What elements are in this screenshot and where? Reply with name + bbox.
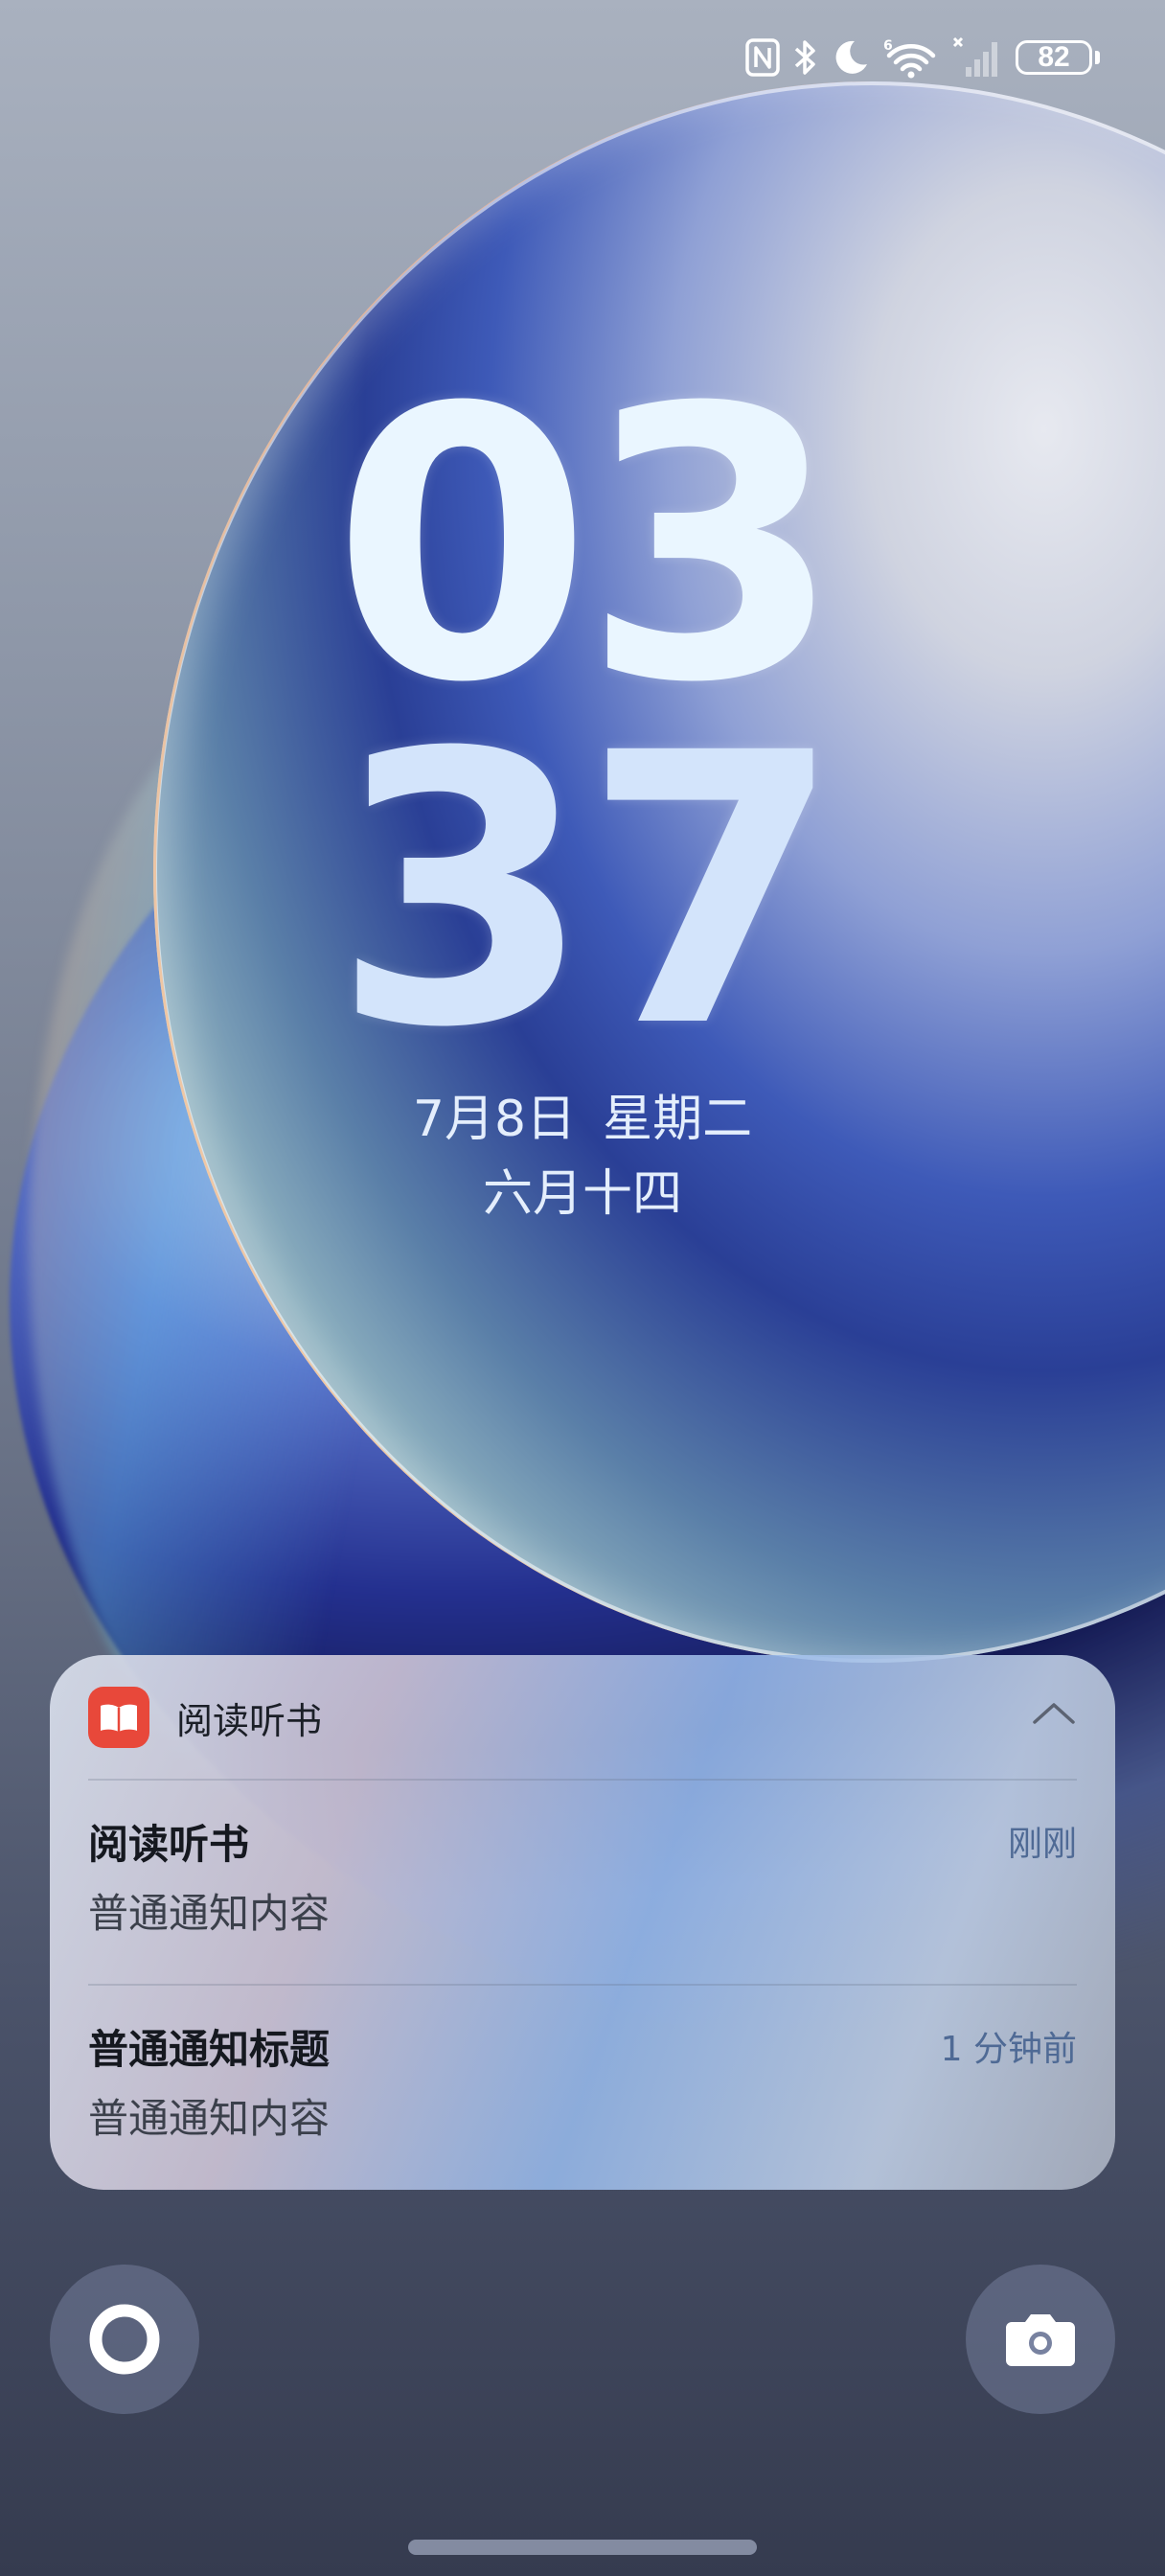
notification-card[interactable]: 阅读听书 阅读听书 普通通知内容 刚刚 普通通知标题 普通通知内容 1 分钟前 — [50, 1655, 1115, 2190]
bluetooth-icon — [793, 36, 818, 79]
battery-indicator: 82 — [1016, 40, 1100, 75]
notification-body: 普通通知内容 — [88, 2095, 331, 2142]
status-bar: 6 82 — [745, 33, 1100, 82]
open-book-icon — [88, 1687, 149, 1748]
battery-tip — [1095, 51, 1100, 64]
notification-header[interactable]: 阅读听书 — [88, 1686, 322, 1749]
weekday: 星期二 — [603, 1091, 753, 1148]
camera-button[interactable] — [966, 2265, 1115, 2414]
voice-assistant-ring-icon — [89, 2304, 160, 2375]
wifi-6-icon: 6 — [883, 36, 939, 79]
notification-time: 刚刚 — [1007, 1825, 1077, 1864]
notification-time: 1 分钟前 — [940, 2030, 1077, 2069]
notification-divider — [88, 1984, 1077, 1986]
home-indicator[interactable] — [408, 2540, 757, 2555]
notification-item[interactable]: 阅读听书 普通通知内容 刚刚 — [88, 1818, 1077, 1941]
lock-screen: 6 82 03 37 7月8日 星期二 六月十四 阅读听书 阅读听书 普通通知内… — [0, 0, 1165, 2576]
camera-icon — [1006, 2314, 1075, 2366]
date: 7月8日 — [412, 1091, 577, 1148]
voice-assistant-button[interactable] — [50, 2265, 199, 2414]
cellular-no-signal-icon — [952, 36, 1002, 79]
do-not-disturb-moon-icon — [832, 36, 870, 79]
clock-minute: 37 — [331, 674, 843, 1109]
notification-divider — [88, 1779, 1077, 1781]
notification-body: 普通通知内容 — [88, 1890, 331, 1937]
lunar-date: 六月十四 — [482, 1165, 682, 1223]
nfc-icon — [745, 36, 780, 79]
collapse-button[interactable] — [1027, 1693, 1081, 1732]
notification-title: 普通通知标题 — [88, 2026, 331, 2073]
notification-app-name: 阅读听书 — [176, 1699, 323, 1742]
date-line: 7月8日 星期二 — [0, 1078, 1165, 1150]
chevron-up-icon — [1033, 1703, 1075, 1724]
battery-level: 82 — [1016, 40, 1092, 75]
notification-item[interactable]: 普通通知标题 普通通知内容 1 分钟前 — [88, 2023, 1077, 2146]
notification-title: 阅读听书 — [88, 1821, 250, 1868]
